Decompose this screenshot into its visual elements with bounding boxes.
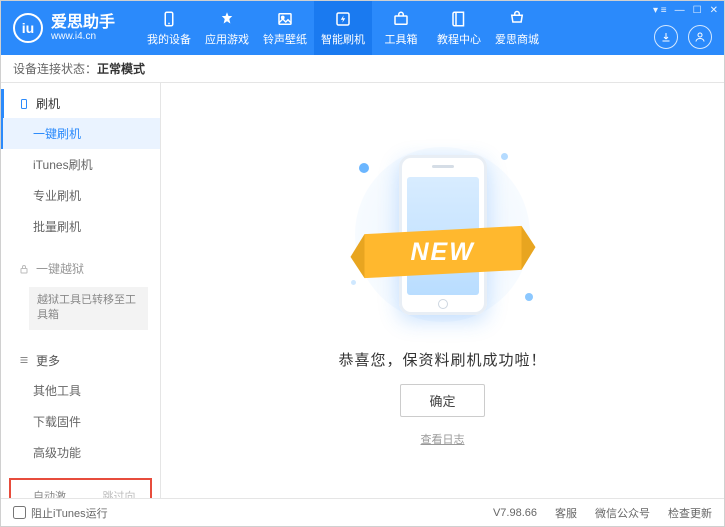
ok-button[interactable]: 确定 [400, 384, 484, 417]
logo-icon: iu [13, 13, 43, 43]
footer-support[interactable]: 客服 [555, 505, 577, 521]
sidebar-section-more[interactable]: 更多 [1, 346, 160, 375]
success-illustration: NEW [333, 135, 553, 335]
sidebar-item-onekey-flash[interactable]: 一键刷机 [1, 118, 160, 149]
version-label: V7.98.66 [493, 507, 537, 519]
maximize-button[interactable]: ☐ [693, 5, 702, 16]
app-logo: iu 爱思助手 www.i4.cn [13, 13, 115, 43]
logo-title: 爱思助手 [51, 14, 115, 32]
sidebar-item-batch-flash[interactable]: 批量刷机 [1, 211, 160, 242]
lock-icon [18, 263, 30, 275]
flash-icon [334, 10, 352, 28]
user-button[interactable] [688, 25, 712, 49]
device-icon [160, 10, 178, 28]
footer-check-update[interactable]: 检查更新 [668, 505, 712, 521]
checkbox-skip-guide[interactable]: 跳过向导 [87, 488, 145, 498]
app-header: iu 爱思助手 www.i4.cn 我的设备 应用游戏 铃声壁纸 智能刷机 [1, 1, 724, 55]
checkbox-block-itunes[interactable]: 阻止iTunes运行 [13, 505, 108, 521]
minimize-button[interactable]: — [675, 5, 685, 16]
sidebar-section-flash[interactable]: 刷机 [1, 89, 160, 118]
sidebar-options-highlight: 自动激活 跳过向导 [9, 478, 152, 498]
sidebar-item-advanced[interactable]: 高级功能 [1, 437, 160, 468]
menu-icon[interactable]: ▾ ≡ [653, 5, 667, 16]
connection-status: 设备连接状态：正常模式 [1, 55, 724, 83]
new-ribbon: NEW [350, 230, 535, 274]
toolbox-icon [392, 10, 410, 28]
nav-toolbox[interactable]: 工具箱 [372, 1, 430, 55]
footer: 阻止iTunes运行 V7.98.66 客服 微信公众号 检查更新 [1, 498, 724, 526]
nav-apps-games[interactable]: 应用游戏 [198, 1, 256, 55]
image-icon [276, 10, 294, 28]
sidebar-item-other-tools[interactable]: 其他工具 [1, 375, 160, 406]
sidebar-section-jailbreak: 一键越狱 [1, 254, 160, 283]
view-log-link[interactable]: 查看日志 [421, 431, 465, 447]
sidebar-item-pro-flash[interactable]: 专业刷机 [1, 180, 160, 211]
book-icon [450, 10, 468, 28]
nav-ringtone-wallpaper[interactable]: 铃声壁纸 [256, 1, 314, 55]
sidebar-jailbreak-notice: 越狱工具已转移至工具箱 [29, 287, 148, 330]
success-message: 恭喜您，保资料刷机成功啦！ [338, 349, 546, 370]
apps-icon [218, 10, 236, 28]
nav-smart-flash[interactable]: 智能刷机 [314, 1, 372, 55]
cart-icon [508, 10, 526, 28]
main-content: NEW 恭喜您，保资料刷机成功啦！ 确定 查看日志 [161, 83, 724, 498]
sidebar-item-download-firmware[interactable]: 下载固件 [1, 406, 160, 437]
main-nav: 我的设备 应用游戏 铃声壁纸 智能刷机 工具箱 教程中心 [140, 1, 546, 55]
window-controls: ▾ ≡ — ☐ ✕ [653, 5, 718, 16]
footer-wechat[interactable]: 微信公众号 [595, 505, 650, 521]
phone-icon [18, 98, 30, 110]
list-icon [18, 354, 30, 366]
download-button[interactable] [654, 25, 678, 49]
nav-tutorials[interactable]: 教程中心 [430, 1, 488, 55]
close-button[interactable]: ✕ [710, 5, 718, 16]
nav-store[interactable]: 爱思商城 [488, 1, 546, 55]
sidebar-item-itunes-flash[interactable]: iTunes刷机 [1, 149, 160, 180]
nav-my-device[interactable]: 我的设备 [140, 1, 198, 55]
checkbox-auto-activate[interactable]: 自动激活 [17, 488, 75, 498]
logo-subtitle: www.i4.cn [51, 31, 115, 42]
sidebar: 刷机 一键刷机 iTunes刷机 专业刷机 批量刷机 一键越狱 越狱工具已转移至… [1, 83, 161, 498]
